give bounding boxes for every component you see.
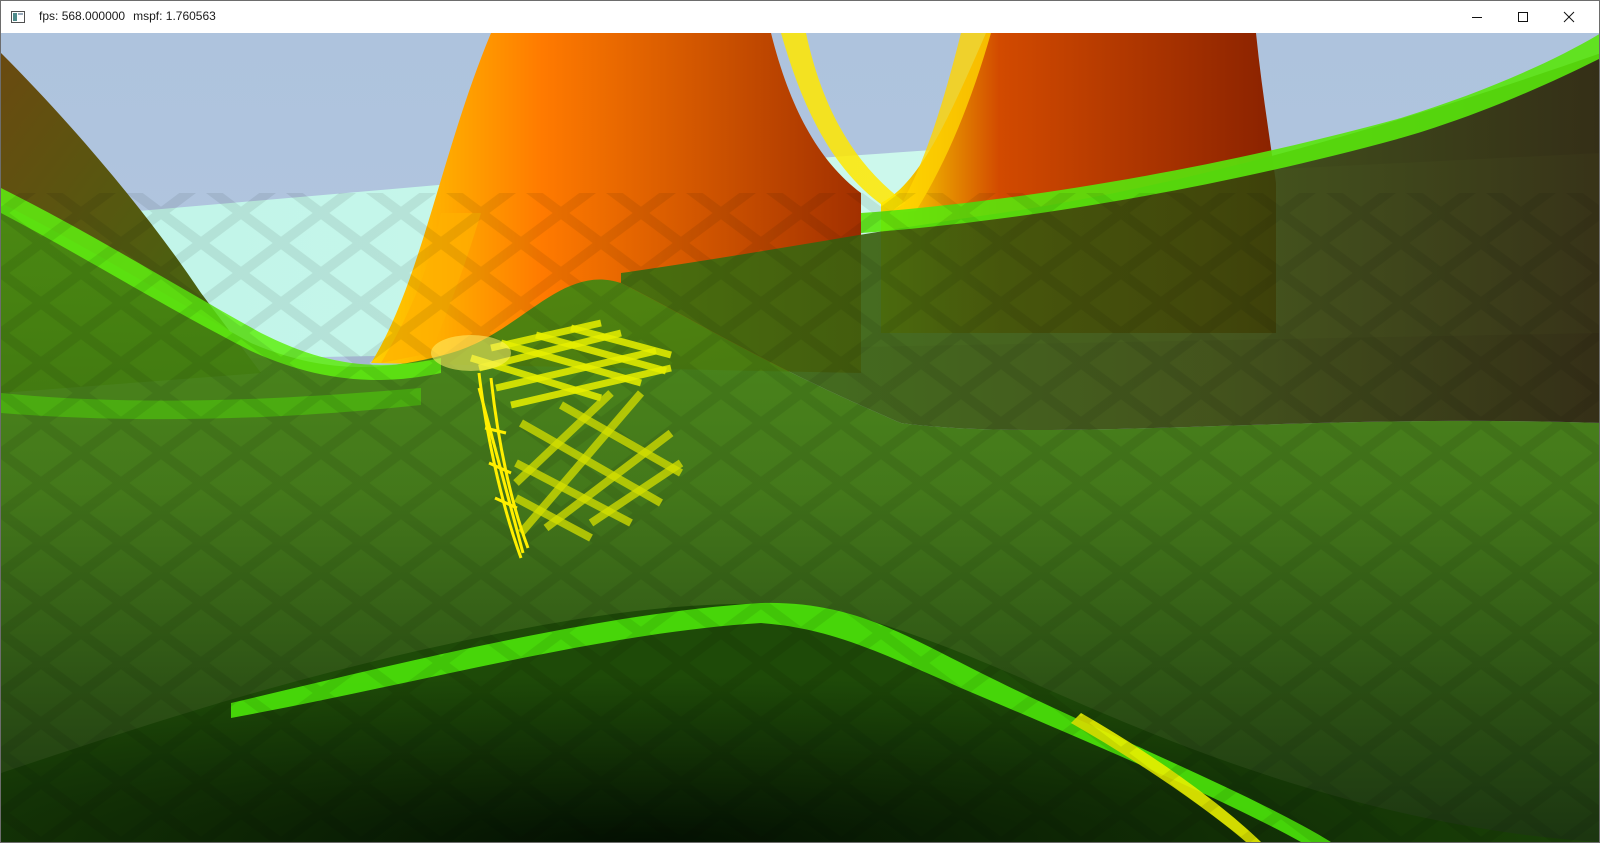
scene-canvas[interactable] bbox=[1, 33, 1599, 842]
mspf-label: mspf: bbox=[133, 9, 163, 23]
terrain-mesh-pattern bbox=[1, 193, 1599, 842]
maximize-button[interactable] bbox=[1500, 1, 1546, 33]
window-title: fps: 568.000000 mspf: 1.760563 bbox=[39, 9, 216, 23]
mspf-value: 1.760563 bbox=[165, 9, 216, 23]
render-viewport[interactable] bbox=[1, 33, 1599, 842]
close-icon bbox=[1563, 11, 1575, 23]
fps-label: fps: bbox=[39, 9, 59, 23]
minimize-icon bbox=[1472, 17, 1482, 18]
app-window: fps: 568.000000 mspf: 1.760563 bbox=[0, 0, 1600, 843]
maximize-icon bbox=[1518, 12, 1528, 22]
minimize-button[interactable] bbox=[1454, 1, 1500, 33]
fps-value: 568.000000 bbox=[61, 9, 126, 23]
window-app-icon bbox=[11, 10, 25, 23]
close-button[interactable] bbox=[1546, 1, 1592, 33]
light-glow bbox=[431, 335, 511, 371]
title-bar[interactable]: fps: 568.000000 mspf: 1.760563 bbox=[1, 1, 1599, 33]
